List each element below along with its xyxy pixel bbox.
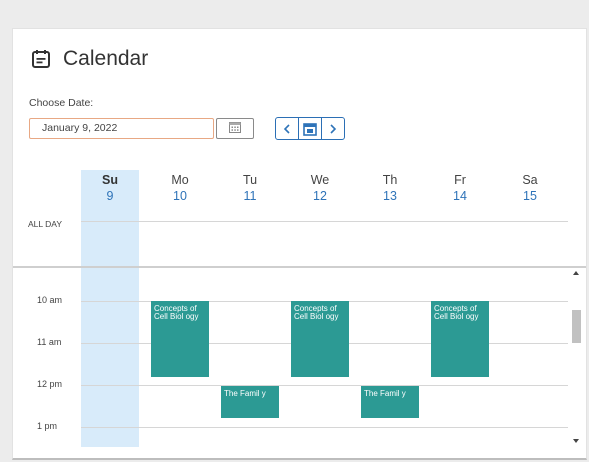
day-number: 10: [173, 189, 187, 203]
time-label-10am: 10 am: [37, 295, 63, 305]
page-title: Calendar: [63, 47, 149, 70]
day-name: Mo: [171, 173, 189, 187]
day-header-fri[interactable]: Fr 14: [431, 172, 489, 204]
hour-line: [81, 427, 568, 428]
calendar-icon: [31, 49, 51, 69]
calendar-grid-icon: [229, 120, 241, 138]
choose-date-label: Choose Date:: [29, 97, 94, 109]
day-header-mon[interactable]: Mo 10: [151, 172, 209, 204]
day-header-sun[interactable]: Su 9: [81, 172, 139, 204]
scroll-up-arrow-icon[interactable]: [573, 271, 579, 275]
today-column-highlight: [81, 170, 139, 447]
allday-bottom-divider: [13, 266, 586, 268]
calendar-today-icon: [303, 122, 317, 136]
date-input[interactable]: January 9, 2022: [29, 118, 214, 139]
day-number: 11: [243, 189, 257, 203]
time-label-12pm: 12 pm: [37, 379, 63, 389]
event-block-fri[interactable]: Concepts of Cell Biol ogy: [431, 301, 489, 377]
calendar-card: Calendar Choose Date: January 9, 2022 Su…: [12, 28, 587, 460]
day-header-thu[interactable]: Th 13: [361, 172, 419, 204]
next-week-button[interactable]: [321, 117, 345, 140]
chevron-right-icon: [329, 123, 337, 134]
event-block-tue[interactable]: The Famil y: [221, 386, 279, 418]
day-number: 14: [453, 189, 467, 203]
day-name: Su: [102, 173, 118, 187]
day-number: 13: [383, 189, 397, 203]
day-number: 9: [106, 189, 114, 203]
day-name: Th: [382, 173, 398, 187]
prev-week-button[interactable]: [275, 117, 299, 140]
event-block-mon[interactable]: Concepts of Cell Biol ogy: [151, 301, 209, 377]
time-label-1pm: 1 pm: [37, 421, 58, 431]
day-header-sat[interactable]: Sa 15: [501, 172, 559, 204]
event-block-thu[interactable]: The Famil y: [361, 386, 419, 418]
day-number: 15: [523, 189, 537, 203]
day-name: Fr: [454, 173, 466, 187]
day-number: 12: [313, 189, 327, 203]
chevron-left-icon: [283, 123, 291, 134]
scroll-thumb[interactable]: [572, 310, 581, 343]
allday-label: ALL DAY: [28, 219, 63, 229]
date-picker-button[interactable]: [216, 118, 254, 139]
allday-top-divider: [81, 221, 568, 222]
calendar-header: Calendar: [31, 47, 148, 71]
week-navigation: [275, 117, 345, 140]
day-name: We: [310, 173, 330, 187]
hour-line: [81, 385, 568, 386]
day-header-tue[interactable]: Tu 11: [221, 172, 279, 204]
today-button[interactable]: [298, 117, 322, 140]
day-name: Sa: [522, 173, 538, 187]
day-header-wed[interactable]: We 12: [291, 172, 349, 204]
vertical-scrollbar[interactable]: [569, 267, 584, 447]
scroll-down-arrow-icon[interactable]: [573, 439, 579, 443]
day-name: Tu: [242, 173, 258, 187]
event-block-wed[interactable]: Concepts of Cell Biol ogy: [291, 301, 349, 377]
time-label-11am: 11 am: [37, 337, 62, 347]
